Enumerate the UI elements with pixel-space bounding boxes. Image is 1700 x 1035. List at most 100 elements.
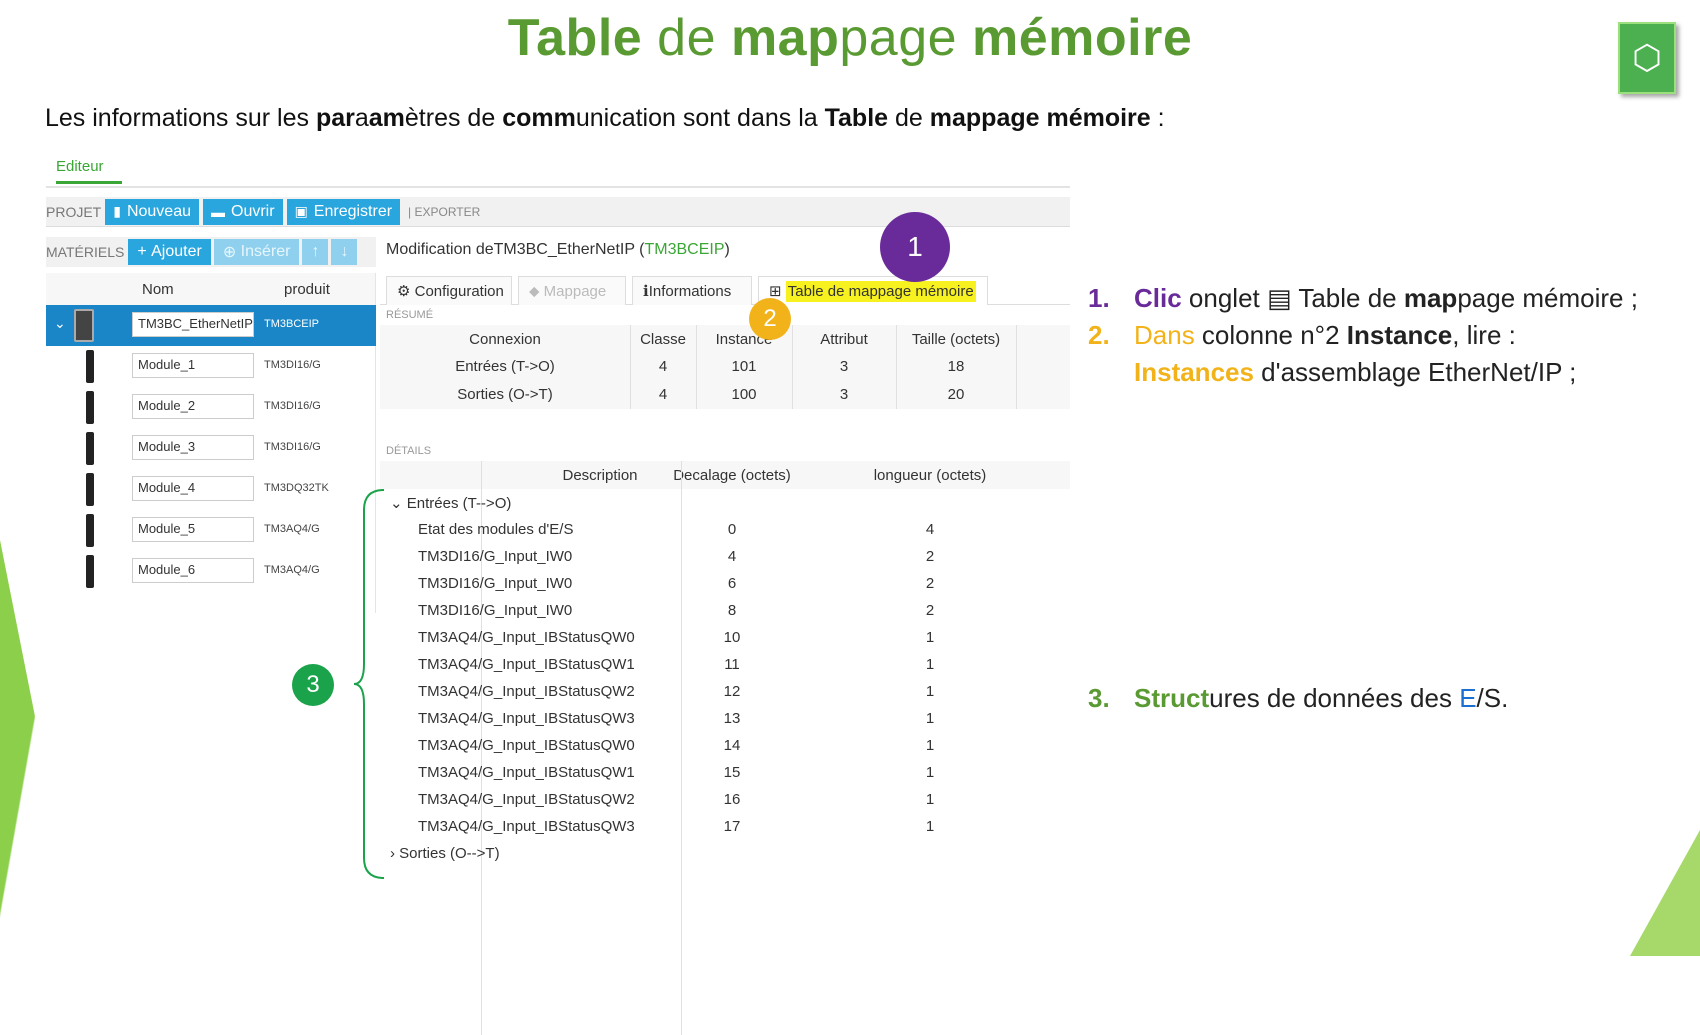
- table-row: Sorties (O->T) 4 100 3 20: [380, 381, 1070, 409]
- module-name-input[interactable]: Module_5: [132, 517, 254, 542]
- table-row: TM3DI16/G_Input_IW0 6 2: [418, 575, 935, 592]
- divider: [696, 325, 697, 409]
- resume-label: RÉSUMÉ: [386, 309, 434, 321]
- tab-mappage[interactable]: ⬥ Mappage: [518, 276, 626, 305]
- folder-icon: ▬: [211, 203, 225, 220]
- module-product: TM3AQ4/G: [264, 564, 320, 576]
- subtitle: Les informations sur les paraamètres de …: [45, 104, 1165, 132]
- device-icon: [74, 309, 94, 342]
- table-row: TM3AQ4/G_Input_IBStatusQW0 14 1: [418, 737, 935, 754]
- divider: [792, 325, 793, 409]
- table-row: TM3AQ4/G_Input_IBStatusQW3 17 1: [418, 818, 935, 835]
- tab-editeur[interactable]: Editeur: [56, 158, 122, 184]
- tree-header: Nom produit: [46, 273, 375, 305]
- module-product: TM3DI16/G: [264, 359, 321, 371]
- tree-row[interactable]: Module_3 TM3DI16/G: [46, 428, 376, 469]
- group-row-entrees[interactable]: ⌄ Entrées (T-->O): [380, 490, 1070, 517]
- module-icon: [86, 432, 94, 465]
- note-2: 2. Dans colonne n°2 Instance, lire :: [1088, 320, 1516, 350]
- module-name-input[interactable]: Module_4: [132, 476, 254, 501]
- table-row: TM3DI16/G_Input_IW0 8 2: [418, 602, 935, 619]
- device-name-input[interactable]: TM3BC_EtherNetIP: [132, 312, 254, 337]
- enregistrer-button[interactable]: ▣ Enregistrer: [286, 198, 401, 225]
- table-row: Entrées (T->O) 4 101 3 18: [380, 353, 1070, 381]
- device-tree: Nom produit ⌄ TM3BC_EtherNetIP TM3BCEIP …: [46, 273, 376, 613]
- save-icon: ▣: [294, 203, 308, 219]
- tab-informations[interactable]: ℹ Informations: [632, 276, 752, 305]
- details-label: DÉTAILS: [386, 445, 432, 457]
- chevron-down-icon[interactable]: ⌄: [390, 495, 407, 512]
- table-row: TM3AQ4/G_Input_IBStatusQW3 13 1: [418, 710, 935, 727]
- module-name-input[interactable]: Module_6: [132, 558, 254, 583]
- tree-row[interactable]: Module_4 TM3DQ32TK: [46, 469, 376, 510]
- tree-row-selected[interactable]: ⌄ TM3BC_EtherNetIP TM3BCEIP: [46, 305, 376, 346]
- note-1: 1. Clic onglet ▤ Table de mappage mémoire…: [1088, 283, 1638, 313]
- device-product: TM3BCEIP: [264, 318, 320, 330]
- divider: [630, 325, 631, 409]
- table-row: TM3AQ4/G_Input_IBStatusQW2 12 1: [418, 683, 935, 700]
- materiels-label: MATÉRIELS: [46, 244, 125, 260]
- table-row: TM3AQ4/G_Input_IBStatusQW2 16 1: [418, 791, 935, 808]
- divider: [46, 186, 1070, 188]
- col-nom: Nom: [142, 281, 174, 298]
- chevron-down-icon[interactable]: ⌄: [54, 315, 66, 332]
- tree-row[interactable]: Module_6 TM3AQ4/G: [46, 551, 376, 592]
- tag-icon: ⬥: [529, 282, 544, 300]
- module-icon: [86, 555, 94, 588]
- tree-row[interactable]: Module_2 TM3DI16/G: [46, 387, 376, 428]
- table-row: TM3DI16/G_Input_IW0 4 2: [418, 548, 935, 565]
- materiels-toolbar: MATÉRIELS + Ajouter ⊕ Insérer ↑ ↓: [46, 237, 376, 267]
- tab-configuration[interactable]: ⚙ Configuration: [386, 276, 512, 305]
- tree-row[interactable]: Module_1 TM3DI16/G: [46, 346, 376, 387]
- module-name-input[interactable]: Module_3: [132, 435, 254, 460]
- module-icon: [86, 514, 94, 547]
- step-badge-2: 2: [749, 298, 791, 340]
- module-product: TM3DI16/G: [264, 441, 321, 453]
- step-badge-1: 1: [880, 212, 950, 282]
- inserer-button[interactable]: ⊕ Insérer: [213, 239, 300, 265]
- ajouter-button[interactable]: + Ajouter: [128, 239, 211, 265]
- page-title: Table de mappage mémoire: [507, 9, 1193, 67]
- table-row: TM3AQ4/G_Input_IBStatusQW1 11 1: [418, 656, 935, 673]
- module-icon: [86, 350, 94, 383]
- projet-label: PROJET: [46, 203, 102, 220]
- gear-icon: ⚙: [397, 283, 415, 300]
- module-name-input[interactable]: Module_2: [132, 394, 254, 419]
- tree-row[interactable]: Module_5 TM3AQ4/G: [46, 510, 376, 551]
- step-badge-3: 3: [292, 664, 334, 706]
- nouveau-button[interactable]: ▮ Nouveau: [105, 198, 199, 225]
- file-icon: ▮: [113, 203, 121, 219]
- module-product: TM3DQ32TK: [264, 482, 329, 494]
- table-row: TM3AQ4/G_Input_IBStatusQW1 15 1: [418, 764, 935, 781]
- ouvrir-button[interactable]: ▬ Ouvrir: [203, 198, 283, 225]
- col-produit: produit: [284, 281, 330, 298]
- tab-table-mappage[interactable]: ⊞ Table de mappage mémoire: [758, 276, 988, 305]
- insert-icon: ⊕: [222, 244, 241, 261]
- module-product: TM3AQ4/G: [264, 523, 320, 535]
- note-2b: Instances d'assemblage EtherNet/IP ;: [1134, 357, 1577, 387]
- move-down-button[interactable]: ↓: [331, 239, 358, 265]
- chevron-right-icon[interactable]: ›: [390, 845, 399, 862]
- note-3: 3. Structures de données des E/S.: [1088, 683, 1509, 713]
- detail-tabs: ⚙ Configuration ⬥ Mappage ℹ Informations …: [380, 273, 1070, 305]
- plus-icon: +: [137, 243, 152, 260]
- brace-icon: [353, 489, 385, 879]
- details-header: Description Decalage (octets) longueur (…: [380, 461, 1070, 489]
- brand-logo-icon: ⬡: [1618, 22, 1676, 94]
- divider: [896, 325, 897, 409]
- move-up-button[interactable]: ↑: [302, 239, 329, 265]
- table-row: Etat des modules d'E/S 0 4: [418, 521, 935, 538]
- decor-right-shape: [1630, 830, 1700, 956]
- module-name-input[interactable]: Module_1: [132, 353, 254, 378]
- table-row: TM3AQ4/G_Input_IBStatusQW0 10 1: [418, 629, 935, 646]
- modification-title: Modification deTM3BC_EtherNetIP (TM3BCEI…: [386, 241, 730, 258]
- module-product: TM3DI16/G: [264, 400, 321, 412]
- exporter-button[interactable]: | EXPORTER: [408, 205, 480, 219]
- arrow-down-icon: ↓: [340, 243, 349, 260]
- arrow-up-icon: ↑: [311, 243, 320, 260]
- module-icon: [86, 473, 94, 506]
- resume-header: Connexion Classe Instance Attribut Taill…: [380, 325, 1070, 353]
- divider: [1016, 325, 1017, 409]
- table-list-icon: ▤: [1266, 283, 1292, 313]
- group-row-sorties[interactable]: › Sorties (O-->T): [380, 841, 1070, 868]
